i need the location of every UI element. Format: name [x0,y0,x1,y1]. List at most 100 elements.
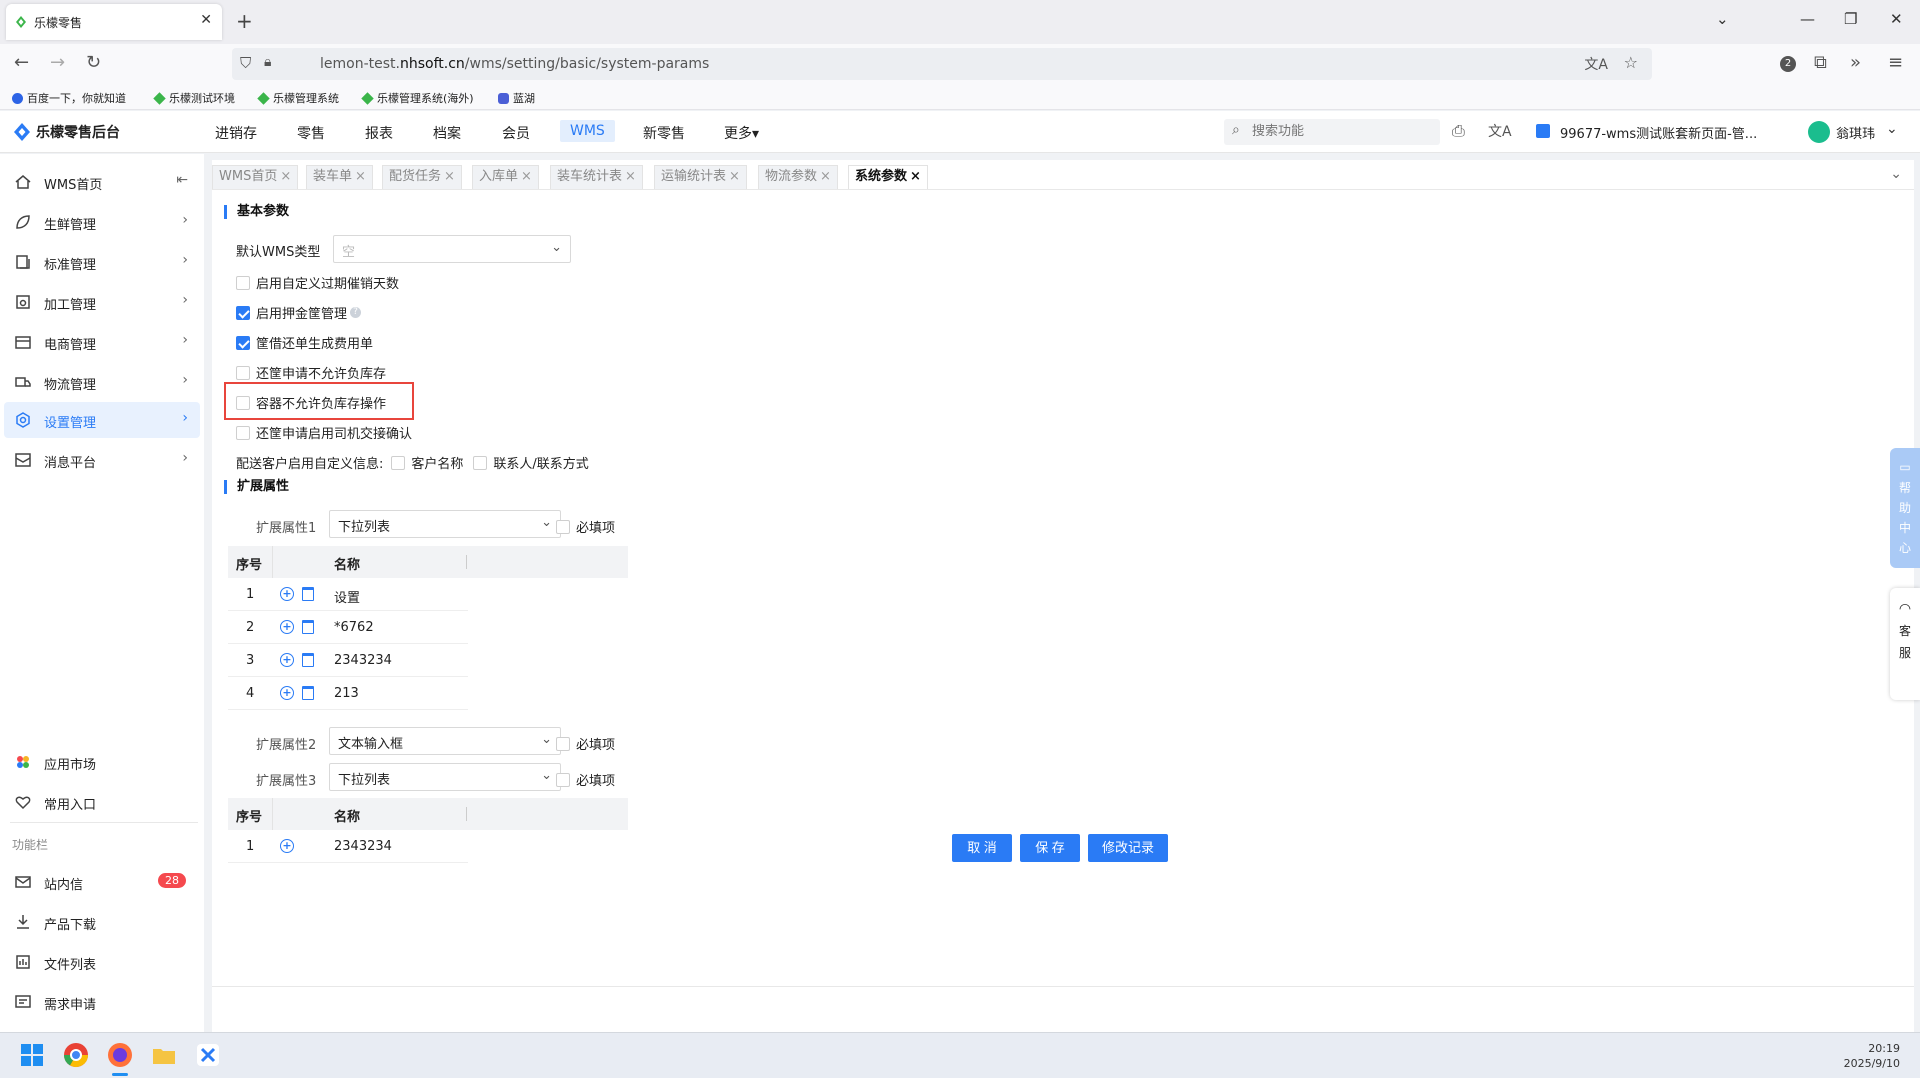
lock-icon[interactable]: 🔒︎ [264,54,271,70]
checkbox[interactable] [556,519,570,534]
page-tab-wms-home[interactable]: WMS首页 × [212,165,299,189]
firefox-icon[interactable] [106,1041,134,1069]
ext-attr3-required[interactable]: 必填项 [556,770,615,789]
bookmark-lemon-admin[interactable]: 乐檬管理系统 [257,90,339,106]
wms-type-select[interactable]: 空 ⌄ [333,235,571,263]
bookmark-lemon-overseas[interactable]: 乐檬管理系统(海外) [361,90,474,106]
top-menu-member[interactable]: 会员 [502,123,530,143]
sidebar-item-ecommerce[interactable]: 电商管理 › [4,324,200,360]
collapse-sidebar-icon[interactable]: ⇤ [176,172,188,188]
add-circle-icon[interactable]: + [280,839,294,853]
sidebar-item-favorites[interactable]: 常用入口 [4,784,200,820]
close-icon[interactable]: × [910,169,921,184]
option-return-no-negative[interactable]: 还筐申请不允许负库存 [236,363,386,382]
reload-icon[interactable]: ↻ [86,52,101,73]
sidebar-item-request[interactable]: 需求申请 [4,984,200,1020]
top-menu-retail[interactable]: 零售 [297,123,325,143]
chevron-down-icon[interactable]: ⌄ [1886,121,1898,137]
sidebar-item-file-list[interactable]: 文件列表 [4,944,200,980]
close-icon[interactable]: × [280,169,291,184]
option-basket-fee[interactable]: 筐借还单生成费用单 [236,333,373,352]
language-icon[interactable]: 文A [1488,121,1512,141]
page-tab-system-params[interactable]: 系统参数 × [848,165,928,189]
trash-icon[interactable] [302,653,314,667]
back-icon[interactable]: ← [14,52,29,73]
sidebar-item-standard[interactable]: 标准管理 › [4,244,200,280]
close-icon[interactable]: × [729,169,740,184]
page-tab-inbound[interactable]: 入库单 × [472,165,539,189]
help-icon[interactable]: ? [350,307,362,318]
checkbox[interactable] [556,772,570,787]
close-icon[interactable]: × [625,169,636,184]
ext-attr1-select[interactable]: 下拉列表 ⌄ [329,510,561,538]
user-name[interactable]: 翁琪玮 [1836,123,1875,142]
add-circle-icon[interactable]: + [280,686,294,700]
tabs-dropdown-icon[interactable]: ⌄ [1890,166,1902,182]
xmind-icon[interactable] [194,1041,222,1069]
extensions-icon[interactable]: ⧉ [1814,52,1827,73]
close-window-icon[interactable]: ✕ [1890,10,1903,28]
sidebar-item-settings[interactable]: 设置管理 › [4,402,200,438]
bookmark-baidu[interactable]: 百度一下，你就知道 [12,90,126,106]
checkbox-checked[interactable] [236,335,250,350]
folder-icon[interactable] [150,1041,178,1069]
shield-icon[interactable]: ⛉ [240,54,251,72]
minimize-icon[interactable]: — [1800,10,1815,28]
close-icon[interactable]: × [820,169,831,184]
page-tab-picking[interactable]: 配货任务 × [382,165,462,189]
forward-icon[interactable]: → [50,52,65,73]
extension-badge[interactable]: 2 [1780,56,1796,72]
store-selector[interactable]: 99677-wms测试账套新页面-管... [1560,123,1757,142]
option-custom-expiry[interactable]: 启用自定义过期催销天数 [236,273,399,292]
add-circle-icon[interactable]: + [280,653,294,667]
sidebar-item-wms-home[interactable]: WMS首页 ⇤ [4,164,200,200]
sidebar-item-download[interactable]: 产品下载 [4,904,200,940]
sidebar-item-process[interactable]: 加工管理 › [4,284,200,320]
page-tab-transport-stats[interactable]: 运输统计表 × [654,165,747,189]
chrome-icon[interactable] [62,1041,90,1069]
checkbox[interactable] [236,395,250,410]
sidebar-item-message[interactable]: 消息平台 › [4,442,200,478]
checkbox[interactable] [236,275,250,290]
top-menu-reports[interactable]: 报表 [365,123,393,143]
cancel-button[interactable]: 取 消 [952,834,1012,862]
sidebar-item-inbox[interactable]: 站内信 28 [4,864,200,900]
checkbox-contact[interactable] [473,455,488,470]
checkbox-checked[interactable] [236,305,250,320]
checkbox[interactable] [236,365,250,380]
close-icon[interactable]: × [355,169,366,184]
add-circle-icon[interactable]: + [280,620,294,634]
option-driver-confirm[interactable]: 还筐申请启用司机交接确认 [236,423,412,442]
customer-service-float[interactable]: ◠ 客服 [1890,588,1920,700]
close-icon[interactable]: × [444,169,455,184]
star-icon[interactable]: ☆ [1624,53,1638,72]
sidebar-item-app-market[interactable]: 应用市场 [4,744,200,780]
translate-icon[interactable]: 文A [1584,54,1608,74]
top-menu-inventory[interactable]: 进销存 [215,123,257,143]
top-menu-more[interactable]: 更多▾ [724,123,759,143]
address-bar[interactable]: ⛉ 🔒︎ lemon-test.nhsoft.cn/wms/setting/ba… [232,48,1652,80]
url-text[interactable]: lemon-test.nhsoft.cn/wms/setting/basic/s… [320,56,709,72]
ext-attr3-select[interactable]: 下拉列表 ⌄ [329,763,561,791]
trash-icon[interactable] [302,620,314,634]
windows-start-icon[interactable] [18,1041,46,1069]
add-circle-icon[interactable]: + [280,587,294,601]
bookmark-lemon-test[interactable]: 乐檬测试环境 [153,90,235,106]
top-menu-archive[interactable]: 档案 [433,123,461,143]
ext-attr2-required[interactable]: 必填项 [556,734,615,753]
bookmark-lanhu[interactable]: 蓝湖 [498,90,535,106]
help-center-float[interactable]: ▭ 帮助中心 [1890,448,1920,568]
top-menu-new-retail[interactable]: 新零售 [643,123,685,143]
page-tab-loading[interactable]: 装车单 × [306,165,373,189]
function-search-input[interactable] [1252,123,1432,138]
checkbox[interactable] [556,736,570,751]
page-tab-logistics-params[interactable]: 物流参数 × [758,165,838,189]
sidebar-item-fresh[interactable]: 生鲜管理 › [4,204,200,240]
checkbox-customer-name[interactable] [391,455,406,470]
trash-icon[interactable] [302,587,314,601]
sidebar-item-logistics[interactable]: 物流管理 › [4,364,200,400]
close-icon[interactable]: × [521,169,532,184]
menu-icon[interactable]: ≡ [1888,52,1903,73]
option-container-no-negative[interactable]: 容器不允许负库存操作 [236,393,386,412]
trash-icon[interactable] [302,686,314,700]
